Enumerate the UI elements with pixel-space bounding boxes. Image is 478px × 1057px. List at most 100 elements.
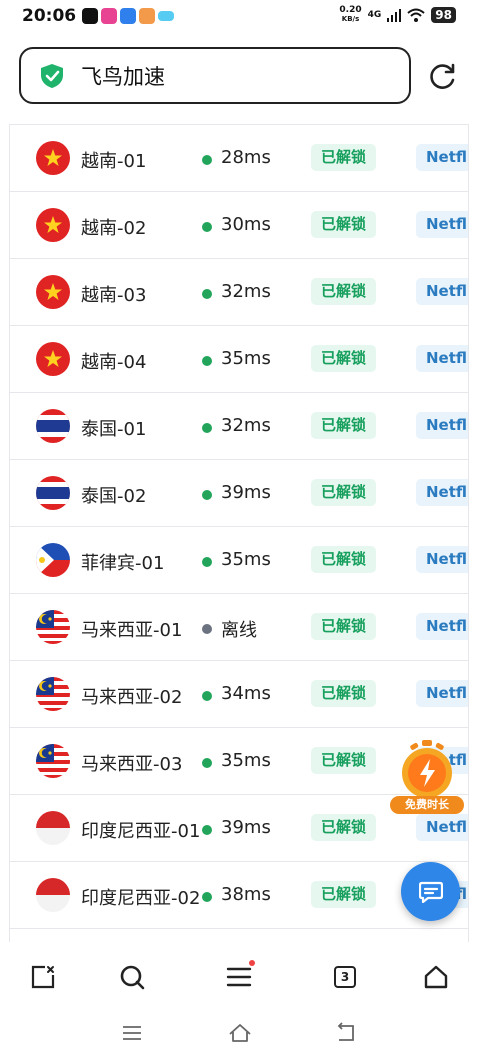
status-dot [202,423,212,433]
net-speed: 0.20 KB/s [339,6,361,24]
latency: 离线 [221,620,257,641]
server-row[interactable]: 泰国-02 39ms 已解锁 Netfli [10,460,468,527]
streaming-badge: Netfli [416,814,468,841]
latency: 38ms [221,884,271,905]
thailand-flag-icon [36,409,70,443]
status-dot [202,892,212,902]
tabs-button[interactable]: 3 [325,957,365,997]
chat-button[interactable] [401,862,460,921]
streaming-badge: Netfli [416,613,468,640]
unlock-badge: 已解锁 [311,211,377,238]
unlock-badge: 已解锁 [311,680,377,707]
network-type: 4G [367,10,382,20]
server-name: 印度尼西亚-01 [81,821,201,842]
tiktok-icon [82,8,98,24]
reload-icon[interactable] [428,62,458,92]
net-speed-unit: KB/s [341,15,360,23]
status-dot [202,691,212,701]
signal-icon [387,8,402,22]
malaysia-flag-icon [36,610,70,644]
server-name: 泰国-02 [81,486,147,507]
server-row[interactable]: 越南-03 32ms 已解锁 Netfli [10,259,468,326]
app-icon-cyan [158,11,174,21]
streaming-badge: Netfli [416,278,468,305]
status-dot [202,624,212,634]
app-icon-pink [101,8,117,24]
server-name: 越南-01 [81,151,147,172]
home-icon [424,965,448,989]
server-name: 越南-03 [81,285,147,306]
latency: 35ms [221,348,271,369]
latency: 34ms [221,683,271,704]
server-row[interactable]: 泰国-01 32ms 已解锁 Netfli [10,393,468,460]
server-row[interactable]: 马来西亚-01 离线 已解锁 Netfli [10,594,468,661]
malaysia-flag-icon [36,744,70,778]
free-time-promo[interactable]: 免费时长 [390,738,464,818]
latency: 32ms [221,415,271,436]
server-name: 越南-02 [81,218,147,239]
status-dot [202,490,212,500]
browser-toolbar: 3 [0,945,478,1007]
net-speed-value: 0.20 [339,5,362,15]
status-dot [202,825,212,835]
server-name: 泰国-01 [81,419,147,440]
latency: 28ms [221,147,271,168]
wifi-icon [407,8,425,22]
streaming-badge: Netfli [416,680,468,707]
home-nav-icon[interactable] [225,1021,255,1045]
search-query: 飞鸟加速 [81,64,165,89]
streaming-badge: Netfli [416,479,468,506]
recents-icon[interactable] [117,1021,147,1045]
server-name: 马来西亚-01 [81,620,183,641]
streaming-badge: Netfli [416,546,468,573]
system-navigation [0,1007,478,1057]
menu-button[interactable] [219,957,259,997]
streaming-badge: Netfli [416,412,468,439]
search-bar[interactable]: 飞鸟加速 [19,47,411,104]
close-tab-button[interactable] [23,957,63,997]
server-name: 马来西亚-03 [81,754,183,775]
close-tab-icon [31,965,55,989]
chat-icon [418,881,443,903]
latency: 30ms [221,214,271,235]
server-row[interactable]: 越南-04 35ms 已解锁 Netfli [10,326,468,393]
latency: 32ms [221,281,271,302]
unlock-badge: 已解锁 [311,546,377,573]
unlock-badge: 已解锁 [311,814,377,841]
server-name: 印度尼西亚-02 [81,888,201,909]
unlock-badge: 已解锁 [311,881,377,908]
search-icon [120,965,145,990]
back-icon[interactable] [331,1021,361,1045]
streaming-badge: Netfli [416,345,468,372]
status-dot [202,222,212,232]
unlock-badge: 已解锁 [311,144,377,171]
search-button[interactable] [112,957,152,997]
server-list[interactable]: 越南-01 28ms 已解锁 Netfli 越南-02 30ms 已解锁 Netfli 越南-0… [9,124,469,942]
server-row[interactable]: 马来西亚-02 34ms 已解锁 Netfli [10,661,468,728]
server-row[interactable]: 印度尼西亚-0238ms已解锁Netfli [10,862,468,929]
status-right: 0.20 KB/s 4G 98 [339,6,456,24]
streaming-badge: Netfli [416,211,468,238]
malaysia-flag-icon [36,677,70,711]
status-dot [202,758,212,768]
status-dot [202,289,212,299]
app-icon-blue [120,8,136,24]
status-bar: 20:06 0.20 KB/s 4G 98 [0,0,478,34]
battery-level: 98 [431,7,456,23]
unlock-badge: 已解锁 [311,345,377,372]
notification-icons [82,8,174,24]
notification-dot [249,960,255,966]
tab-count: 3 [334,966,356,988]
menu-icon [226,967,252,987]
unlock-badge: 已解锁 [311,412,377,439]
status-dot [202,557,212,567]
server-row[interactable]: 越南-02 30ms 已解锁 Netfli [10,192,468,259]
server-name: 越南-04 [81,352,147,373]
server-row[interactable]: 菲律宾-01 35ms 已解锁 Netfli [10,527,468,594]
status-dot [202,155,212,165]
latency: 35ms [221,750,271,771]
home-button[interactable] [416,957,456,997]
status-time: 20:06 [22,6,77,26]
unlock-badge: 已解锁 [311,747,377,774]
server-row[interactable]: 越南-01 28ms 已解锁 Netfli [10,125,468,192]
